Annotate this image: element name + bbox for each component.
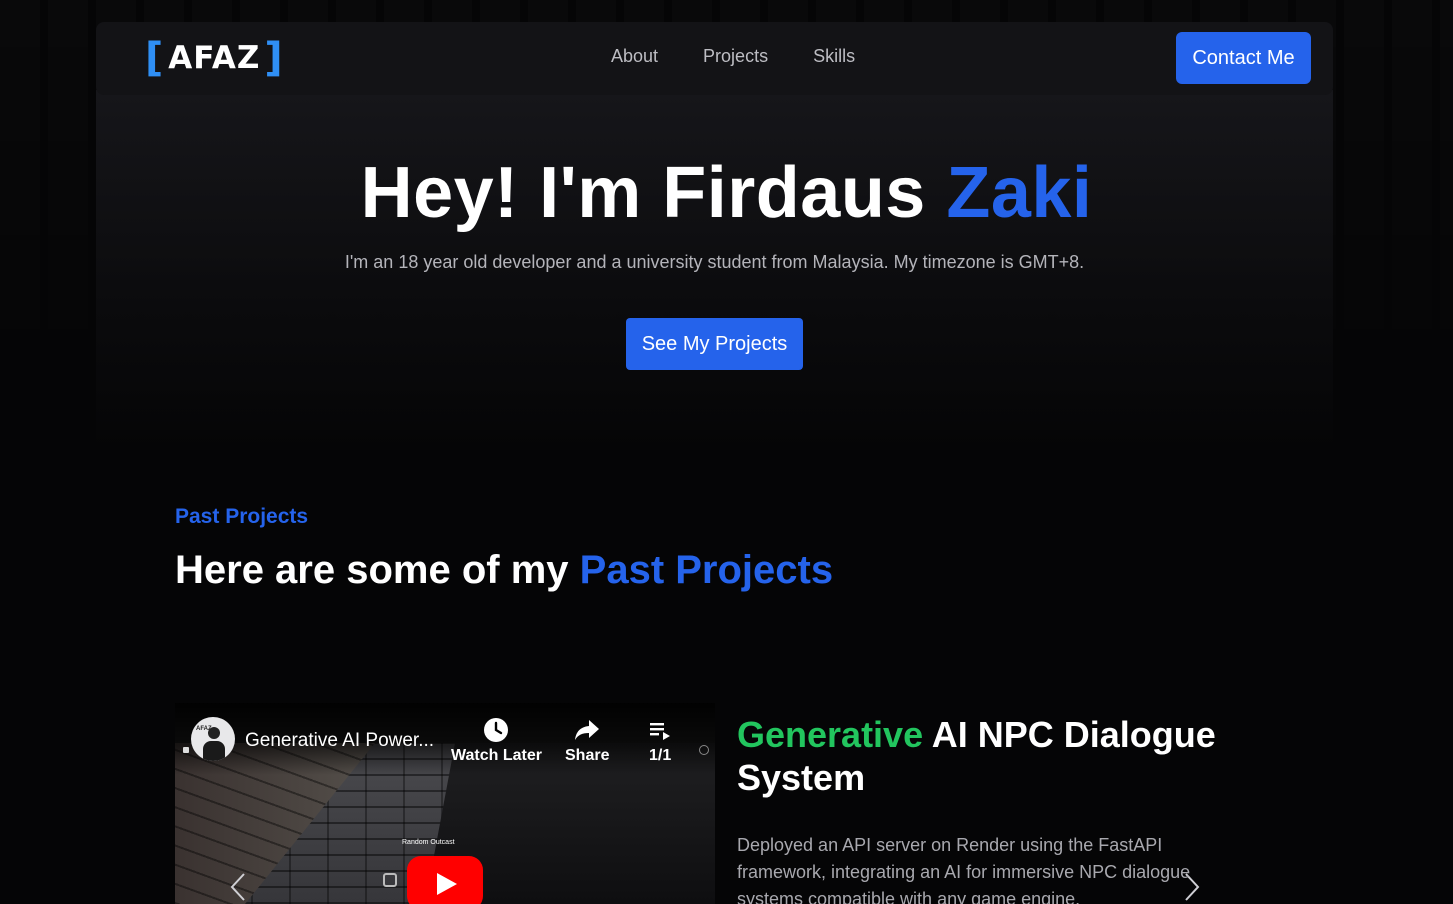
in-game-text: Random Outcast	[402, 839, 455, 846]
share-arrow-icon	[574, 717, 600, 743]
watch-later-button[interactable]: Watch Later	[451, 717, 542, 765]
navbar: [ AFAZ ] About Projects Skills Contact M…	[96, 22, 1333, 95]
hero-title-accent: Zaki	[946, 153, 1093, 233]
logo-bracket-right: ]	[264, 35, 284, 81]
settings-icon	[699, 745, 709, 755]
badge-icon	[183, 747, 189, 753]
section-title: Here are some of my Past Projects	[175, 548, 833, 593]
nav-link-about[interactable]: About	[611, 46, 658, 67]
youtube-play-button[interactable]	[407, 856, 483, 904]
avatar-head	[208, 727, 220, 739]
section-title-main: Here are some of my	[175, 548, 580, 592]
youtube-embed[interactable]: AFAZ Generative AI Power... Watch Later …	[175, 703, 715, 904]
logo-bracket-left: [	[145, 35, 165, 81]
carousel-prev-button[interactable]	[226, 870, 250, 904]
channel-avatar[interactable]: AFAZ	[191, 717, 235, 761]
share-label: Share	[565, 747, 610, 764]
clock-icon	[483, 717, 509, 743]
project-title: Generative AI NPC Dialogue System	[737, 713, 1257, 799]
playlist-count: 1/1	[649, 747, 672, 764]
hero-title-main: Hey! I'm Firdaus	[360, 153, 947, 233]
portfolio-page: [ AFAZ ] About Projects Skills Contact M…	[0, 0, 1453, 904]
site-logo[interactable]: [ AFAZ ]	[145, 38, 284, 78]
youtube-play-icon	[437, 873, 457, 895]
section-eyebrow: Past Projects	[175, 505, 309, 528]
hero-title: Hey! I'm Firdaus Zaki	[0, 152, 1453, 234]
logo-text: AFAZ	[168, 40, 261, 76]
nav-link-skills[interactable]: Skills	[813, 46, 855, 67]
see-my-projects-button[interactable]: See My Projects	[626, 318, 803, 370]
nav-links: About Projects Skills	[611, 46, 855, 67]
share-button[interactable]: Share	[565, 717, 609, 765]
chevron-left-icon	[230, 873, 245, 901]
playlist-button[interactable]: 1/1	[649, 717, 671, 765]
contact-me-button[interactable]: Contact Me	[1176, 32, 1311, 84]
game-ui-icon	[383, 873, 397, 887]
video-title[interactable]: Generative AI Power...	[245, 730, 445, 752]
hero-subtitle: I'm an 18 year old developer and a unive…	[344, 252, 1085, 272]
project-description: Deployed an API server on Render using t…	[737, 835, 1191, 904]
project-title-accent: Generative	[737, 714, 924, 755]
playlist-icon	[649, 717, 671, 743]
avatar-body	[203, 741, 225, 761]
section-title-accent: Past Projects	[579, 548, 834, 592]
nav-link-projects[interactable]: Projects	[703, 46, 768, 67]
watch-later-label: Watch Later	[451, 747, 542, 764]
